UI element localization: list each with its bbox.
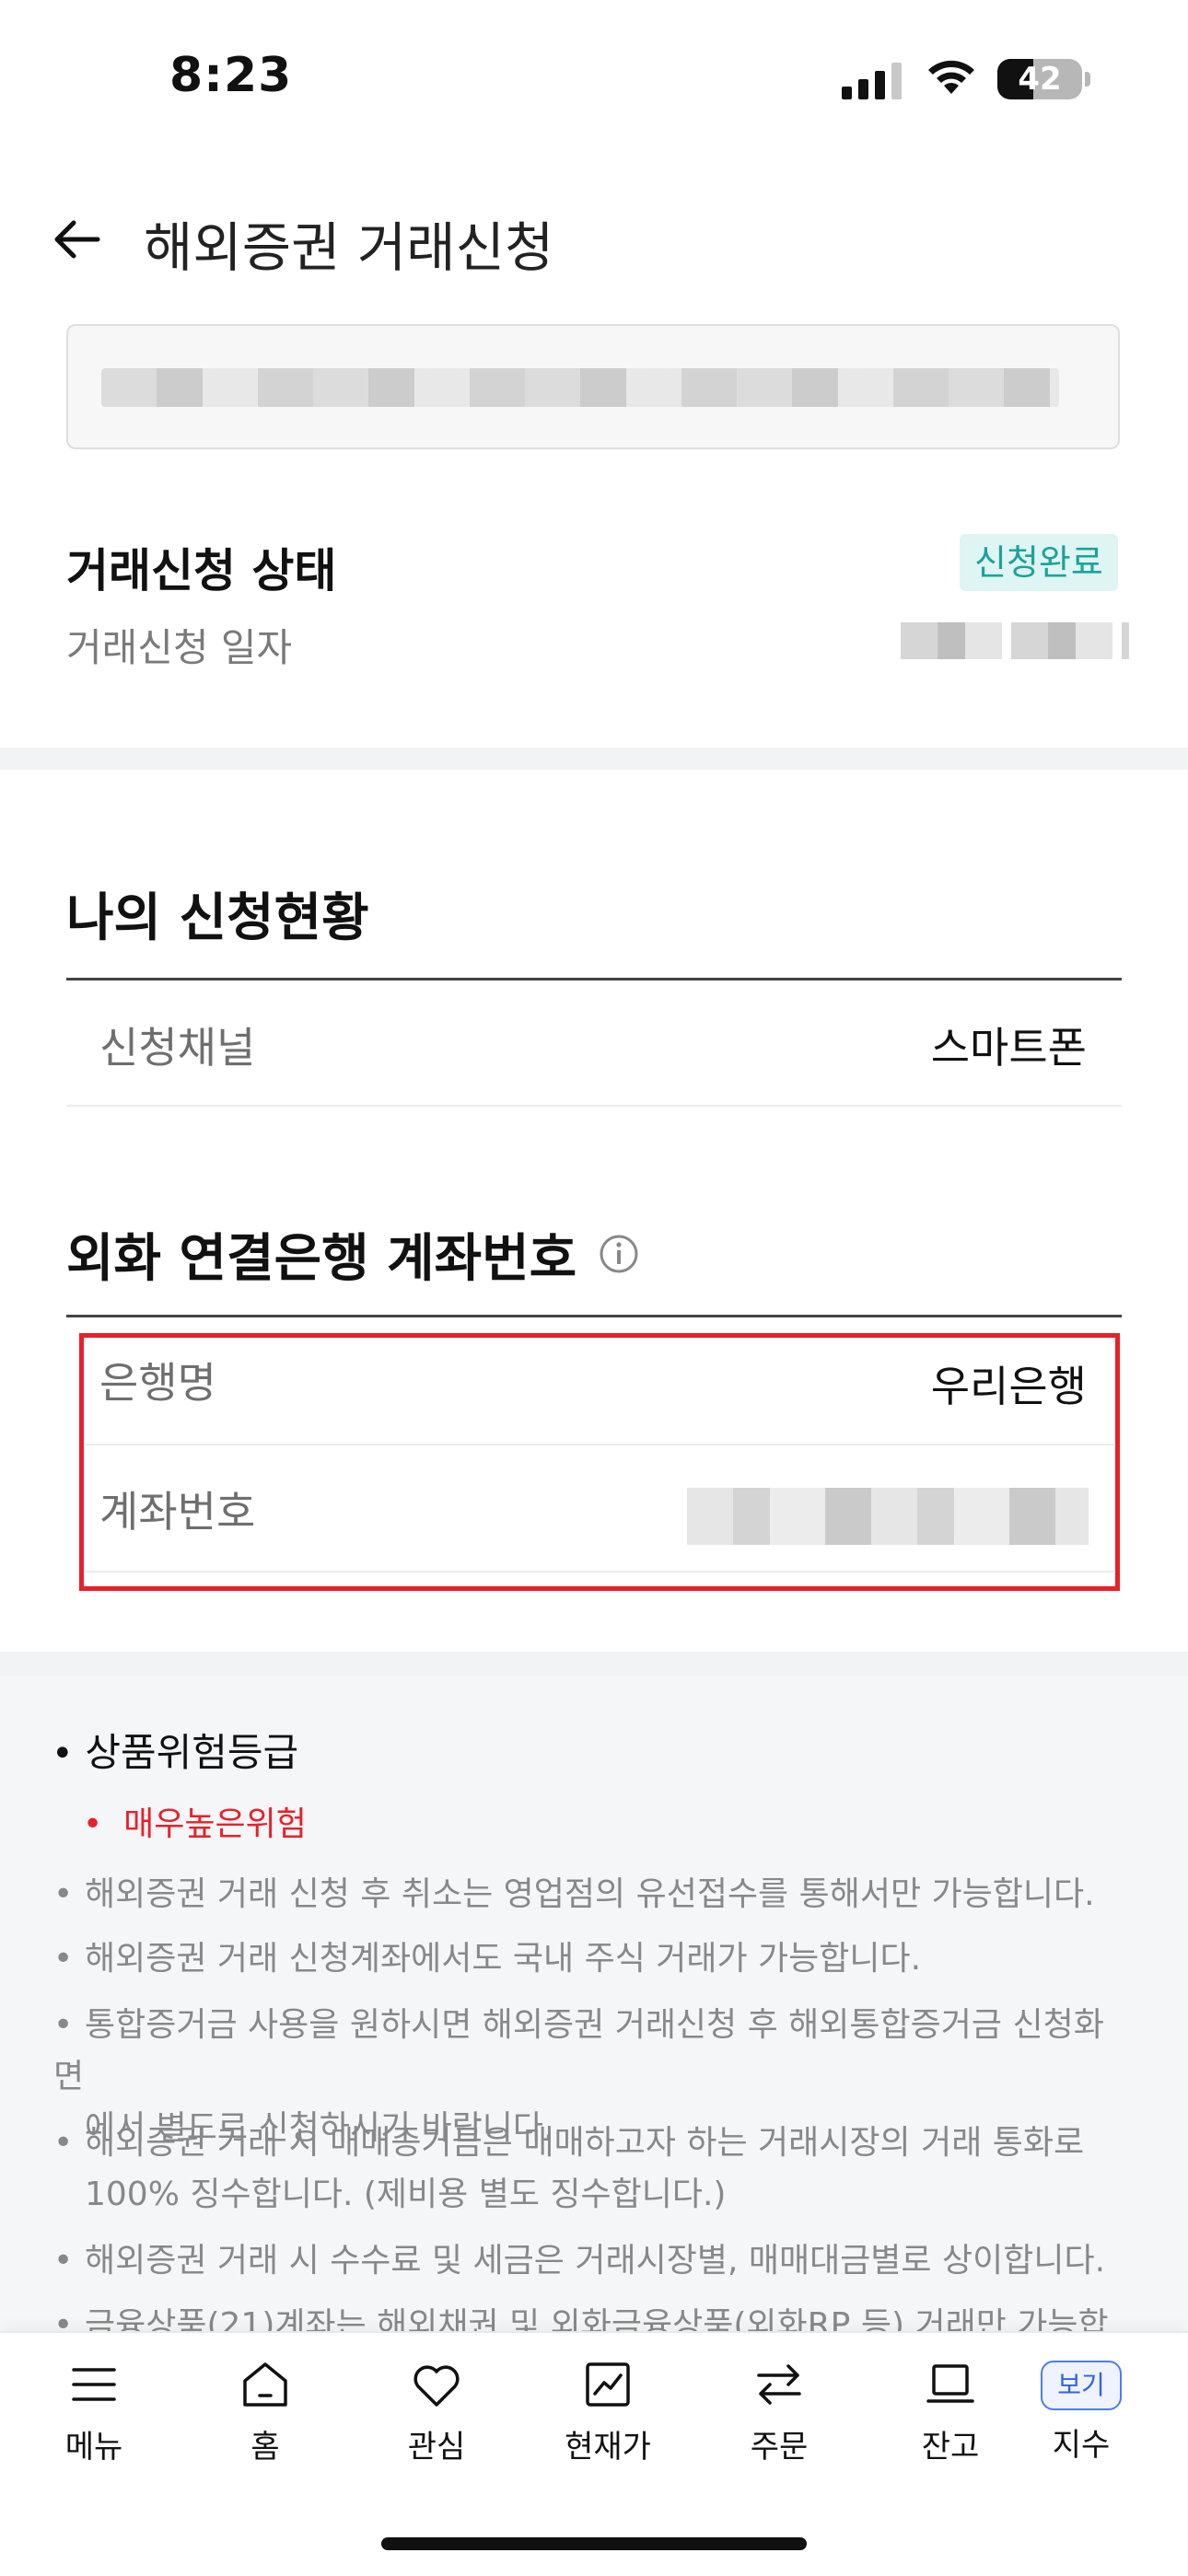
tab-current-price-label: 현재가 (565, 2429, 651, 2466)
tab-current-price[interactable]: 현재가 (534, 2357, 681, 2467)
status-time: 8:23 (169, 48, 293, 103)
section-divider (0, 748, 1188, 770)
swap-arrows-icon (757, 2364, 801, 2405)
note-item: • 해외증권 거래 신청계좌에서도 국내 주식 거래가 가능합니다. (53, 1940, 922, 1978)
risk-grade-value: • 매우높은위험 (83, 1805, 307, 1843)
application-date-label: 거래신청 일자 (66, 625, 293, 670)
bank-name-label: 은행명 (99, 1358, 216, 1408)
note-item: • 해외증권 거래 신청 후 취소는 영업점의 유선접수를 통해서만 가능합니다. (53, 1875, 1095, 1913)
row-divider (85, 1571, 1114, 1572)
home-indicator (381, 2537, 807, 2550)
tab-balance[interactable]: 잔고 (877, 2357, 1024, 2467)
info-icon[interactable] (599, 1234, 639, 1274)
row-divider (66, 1105, 1122, 1107)
tab-order-label: 주문 (750, 2429, 809, 2466)
channel-label: 신청채널 (99, 1023, 256, 1073)
back-arrow-icon[interactable] (52, 214, 103, 265)
fx-bank-title: 외화 연결은행 계좌번호 (66, 1229, 577, 1289)
cellular-signal-icon (842, 63, 902, 99)
note-item: • 해외증권 거래 시 수수료 및 세금은 거래시장별, 매매대금별로 상이합니다… (53, 2242, 1106, 2280)
redacted-application-date (901, 622, 1129, 659)
tab-menu[interactable]: 메뉴 (20, 2357, 168, 2467)
status-badge: 신청완료 (960, 534, 1118, 591)
bank-name-value: 우리은행 (930, 1362, 1087, 1411)
tab-home-label: 홈 (250, 2429, 280, 2466)
battery-percentage: 42 (1018, 61, 1062, 98)
row-divider (85, 1444, 1114, 1445)
menu-icon (72, 2368, 116, 2401)
view-button[interactable]: 보기 (1041, 2361, 1122, 2410)
section-rule (66, 978, 1122, 981)
battery-icon: 42 (997, 59, 1082, 99)
tab-watchlist-label: 관심 (407, 2429, 466, 2466)
section-rule (66, 1315, 1122, 1317)
heart-icon (413, 2365, 460, 2407)
section-divider (0, 1652, 1188, 1676)
my-application-title: 나의 신청현황 (66, 888, 369, 948)
account-number-label: 계좌번호 (99, 1487, 256, 1537)
page-title: 해외증권 거래신청 (144, 216, 554, 279)
note-item: • 해외증권 거래 시 매매증거금은 매매하고자 하는 거래시장의 거래 통화로 … (53, 2124, 1085, 2213)
risk-grade-heading: • 상품위험등급 (52, 1730, 299, 1775)
laptop-icon (926, 2364, 974, 2403)
tab-balance-label: 잔고 (921, 2429, 980, 2466)
tab-index-label: 지수 (1052, 2427, 1111, 2464)
redacted-account-number (687, 1488, 1089, 1545)
chart-icon (586, 2362, 630, 2407)
tab-index[interactable]: 보기 지수 (1007, 2357, 1155, 2467)
home-icon (243, 2362, 287, 2407)
redacted-account-info (101, 368, 1059, 407)
application-status-label: 거래신청 상태 (66, 544, 337, 598)
account-selector[interactable] (66, 324, 1120, 449)
battery-cap (1085, 72, 1090, 87)
channel-value: 스마트폰 (930, 1023, 1087, 1073)
tab-home[interactable]: 홈 (192, 2357, 339, 2467)
tab-watchlist[interactable]: 관심 (363, 2357, 510, 2467)
wifi-icon (928, 60, 974, 94)
tab-order[interactable]: 주문 (705, 2357, 853, 2467)
tab-menu-label: 메뉴 (64, 2429, 123, 2466)
